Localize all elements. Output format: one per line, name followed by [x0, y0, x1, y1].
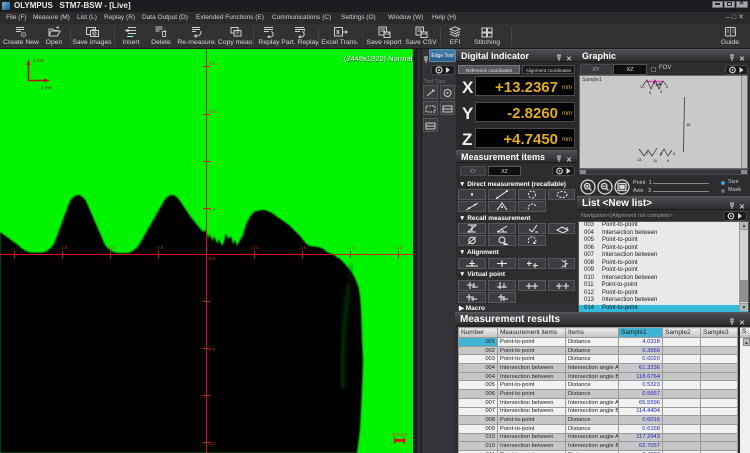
svg-text:16: 16 [686, 122, 691, 127]
svg-text:2 mm: 2 mm [41, 85, 53, 90]
svg-text:1.5: 1.5 [300, 245, 306, 250]
svg-text:7: 7 [646, 151, 649, 156]
svg-text:6: 6 [666, 84, 669, 89]
svg-text:n: n [456, 34, 459, 39]
svg-text:(2448x1920) Normal: (2448x1920) Normal [344, 54, 413, 63]
svg-text:-0.5: -0.5 [156, 245, 164, 250]
svg-text:500 µm: 500 µm [392, 432, 407, 437]
svg-text:1.0: 1.0 [252, 245, 258, 250]
svg-text:1.5: 1.5 [396, 245, 402, 250]
svg-text:13: 13 [637, 157, 642, 162]
svg-text:1.1: 1.1 [348, 245, 354, 250]
svg-text:2 mm: 2 mm [33, 58, 45, 63]
svg-text:1.5: 1.5 [209, 347, 215, 352]
svg-text:6: 6 [673, 151, 676, 156]
svg-text:2.0: 2.0 [209, 207, 215, 212]
svg-text:-1.5: -1.5 [60, 245, 68, 250]
svg-text:11: 11 [653, 158, 658, 163]
svg-text:0.0: 0.0 [209, 256, 215, 261]
svg-text:2.5: 2.5 [209, 61, 215, 66]
svg-text:9: 9 [649, 90, 652, 95]
svg-text:1.0: 1.0 [209, 441, 215, 446]
svg-text:4: 4 [667, 158, 670, 163]
svg-text:-1.0: -1.0 [108, 245, 116, 250]
svg-text:10: 10 [640, 84, 645, 89]
svg-text:2.0: 2.0 [209, 109, 215, 114]
svg-text:3: 3 [660, 89, 663, 94]
